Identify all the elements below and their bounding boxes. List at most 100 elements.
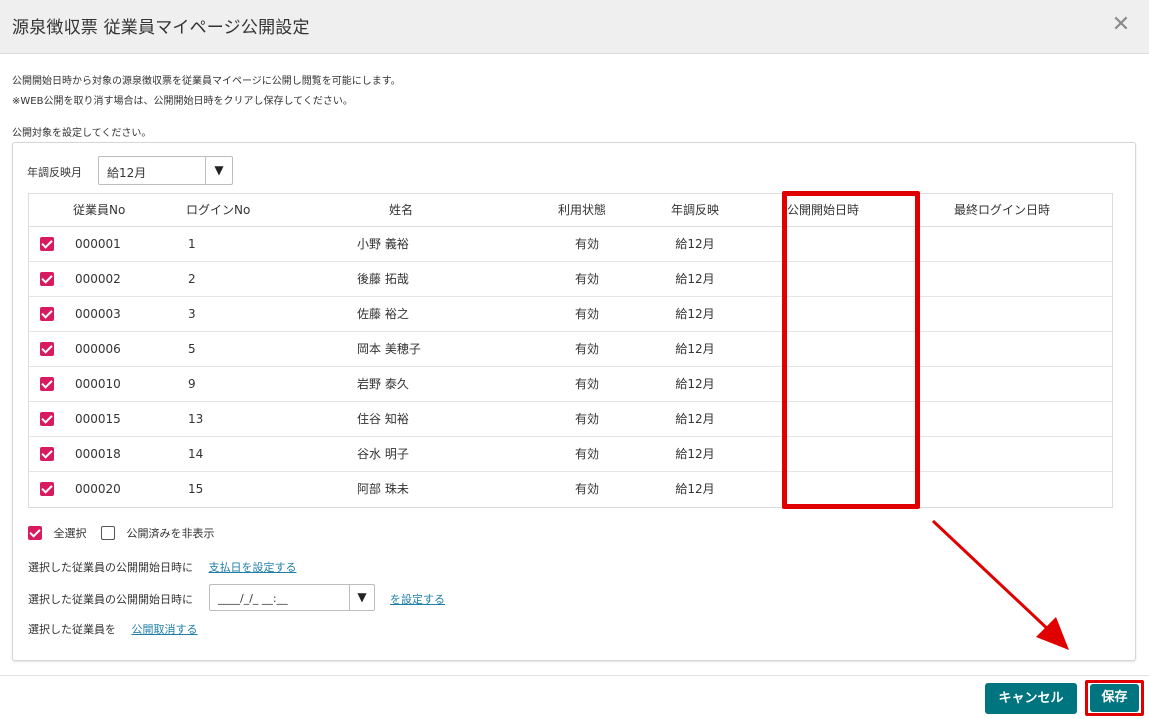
- caret-down-icon[interactable]: ▼: [349, 585, 374, 610]
- cell-reflect: 給12月: [636, 366, 754, 402]
- cell-status: 有効: [481, 331, 636, 367]
- set-paydate-link[interactable]: 支払日を設定する: [209, 561, 297, 574]
- row-checkbox[interactable]: [40, 411, 54, 426]
- row-checkbox-cell[interactable]: [29, 366, 65, 402]
- cell-open-at: [754, 261, 892, 297]
- cell-emp-no: 000002: [65, 261, 178, 297]
- cell-name: 岩野 泰久: [321, 366, 481, 402]
- row-checkbox-cell[interactable]: [29, 471, 65, 506]
- select-all-checkbox[interactable]: [28, 526, 42, 540]
- cell-name: 佐藤 裕之: [321, 296, 481, 332]
- cell-reflect: 給12月: [675, 482, 715, 497]
- row-checkbox-cell[interactable]: [29, 436, 65, 472]
- cell-last-login: [892, 296, 1112, 332]
- table-header-row: 従業員No ログインNo 姓名 利用状態 年調反映 公開開始日時 最終ログイン日…: [29, 194, 1112, 227]
- cell-status: 有効: [481, 366, 636, 402]
- header-reflect[interactable]: 年調反映: [636, 194, 754, 227]
- hide-published-checkbox[interactable]: [101, 526, 115, 540]
- header-checkbox-cell: [29, 194, 65, 227]
- cell-login-no: 5: [178, 331, 321, 367]
- paydate-prefix: 選択した従業員の公開開始日時に: [28, 561, 193, 574]
- row-checkbox-cell[interactable]: [29, 296, 65, 332]
- cell-login-no: 13: [178, 401, 321, 437]
- cell-last-login: [892, 471, 1112, 506]
- row-checkbox[interactable]: [40, 236, 54, 251]
- table-row[interactable]: 000020 15 阿部 珠未 有効 給12月: [29, 471, 1112, 506]
- header-last-login[interactable]: 最終ログイン日時: [892, 194, 1112, 227]
- row-checkbox-cell[interactable]: [29, 261, 65, 297]
- cell-login-no: 9: [178, 366, 321, 402]
- header-open-at[interactable]: 公開開始日時: [754, 194, 892, 227]
- cell-name: 岡本 美穂子: [321, 331, 481, 367]
- header-name[interactable]: 姓名: [321, 194, 481, 227]
- cell-login-no: 2: [178, 261, 321, 297]
- datetime-prefix: 選択した従業員の公開開始日時に: [28, 593, 193, 606]
- row-checkbox-cell[interactable]: [29, 401, 65, 437]
- cell-open-at: [754, 401, 892, 437]
- cell-open-at: [754, 471, 892, 506]
- cell-emp-no: 000018: [65, 436, 178, 472]
- table-row[interactable]: 000018 14 谷水 明子 有効 給12月: [29, 436, 1112, 472]
- cancel-publish-row: 選択した従業員を 公開取消する: [28, 621, 198, 637]
- table-row[interactable]: 000006 5 岡本 美穂子 有効 給12月: [29, 331, 1112, 367]
- cell-emp-no: 000006: [65, 331, 178, 367]
- cancel-publish-link[interactable]: 公開取消する: [132, 623, 198, 636]
- cell-name: 小野 義裕: [321, 226, 481, 262]
- cell-status: 有効: [481, 401, 636, 437]
- select-all-label: 全選択: [53, 527, 87, 540]
- cell-login-no: 1: [178, 226, 321, 262]
- cell-emp-no: 000015: [65, 401, 178, 437]
- footer-divider: [0, 675, 1149, 676]
- cell-status: 有効: [481, 226, 636, 262]
- select-all-option[interactable]: 全選択: [28, 525, 87, 541]
- set-datetime-link[interactable]: を設定する: [390, 591, 445, 607]
- row-checkbox[interactable]: [40, 482, 54, 496]
- table-row[interactable]: 000002 2 後藤 拓哉 有効 給12月: [29, 261, 1112, 297]
- table-row[interactable]: 000003 3 佐藤 裕之 有効 給12月: [29, 296, 1112, 332]
- cell-last-login: [892, 331, 1112, 367]
- cell-open-at: [754, 226, 892, 262]
- table-row[interactable]: 000010 9 岩野 泰久 有効 給12月: [29, 366, 1112, 402]
- row-checkbox[interactable]: [40, 271, 54, 286]
- cell-emp-no: 000001: [65, 226, 178, 262]
- month-select-value: 給12月: [107, 166, 147, 180]
- cell-name: 阿部 珠未: [357, 482, 409, 497]
- row-checkbox-cell[interactable]: [29, 226, 65, 262]
- cell-status: 有効: [481, 436, 636, 472]
- caret-down-icon[interactable]: ▼: [205, 157, 232, 184]
- row-checkbox[interactable]: [40, 376, 54, 391]
- row-checkbox-cell[interactable]: [29, 331, 65, 367]
- description-line-1: 公開開始日時から対象の源泉徴収票を従業員マイページに公開し閲覧を可能にします。: [12, 76, 401, 87]
- description-line-3: 公開対象を設定してください。: [12, 128, 152, 139]
- datetime-select[interactable]: ____/_/_ __:__ ▼: [209, 584, 375, 611]
- description-line-2: ※WEB公開を取り消す場合は、公開開始日時をクリアし保存してください。: [12, 96, 353, 107]
- header-emp-no[interactable]: 従業員No: [65, 194, 178, 227]
- row-checkbox[interactable]: [40, 306, 54, 321]
- month-select[interactable]: 給12月 ▼: [98, 156, 233, 185]
- table-row[interactable]: 000015 13 住谷 知裕 有効 給12月: [29, 401, 1112, 437]
- header-login-no[interactable]: ログインNo: [178, 194, 321, 227]
- cancel-button[interactable]: キャンセル: [985, 683, 1077, 714]
- cell-login-no: 14: [178, 436, 321, 472]
- header-status[interactable]: 利用状態: [481, 194, 636, 227]
- cell-status: 有効: [481, 296, 636, 332]
- cell-reflect: 給12月: [636, 401, 754, 437]
- cell-last-login: [892, 401, 1112, 437]
- hide-published-option[interactable]: 公開済みを非表示: [101, 525, 215, 541]
- cell-name: 住谷 知裕: [321, 401, 481, 437]
- table-row[interactable]: 000001 1 小野 義裕 有効 給12月: [29, 226, 1112, 262]
- datetime-select-value: ____/_/_ __:__: [218, 592, 288, 605]
- cell-reflect: 給12月: [636, 436, 754, 472]
- save-button[interactable]: 保存: [1090, 684, 1139, 712]
- close-icon[interactable]: ✕: [1108, 12, 1134, 38]
- cell-reflect: 給12月: [636, 226, 754, 262]
- cell-status: 有効: [481, 261, 636, 297]
- cell-last-login: [892, 366, 1112, 402]
- cell-login-no: 15: [188, 481, 204, 496]
- cell-emp-no: 000010: [65, 366, 178, 402]
- row-checkbox[interactable]: [40, 341, 54, 356]
- row-checkbox[interactable]: [40, 446, 54, 461]
- cell-last-login: [892, 436, 1112, 472]
- cell-name: 谷水 明子: [321, 436, 481, 472]
- paydate-action-row: 選択した従業員の公開開始日時に 支払日を設定する: [28, 559, 297, 575]
